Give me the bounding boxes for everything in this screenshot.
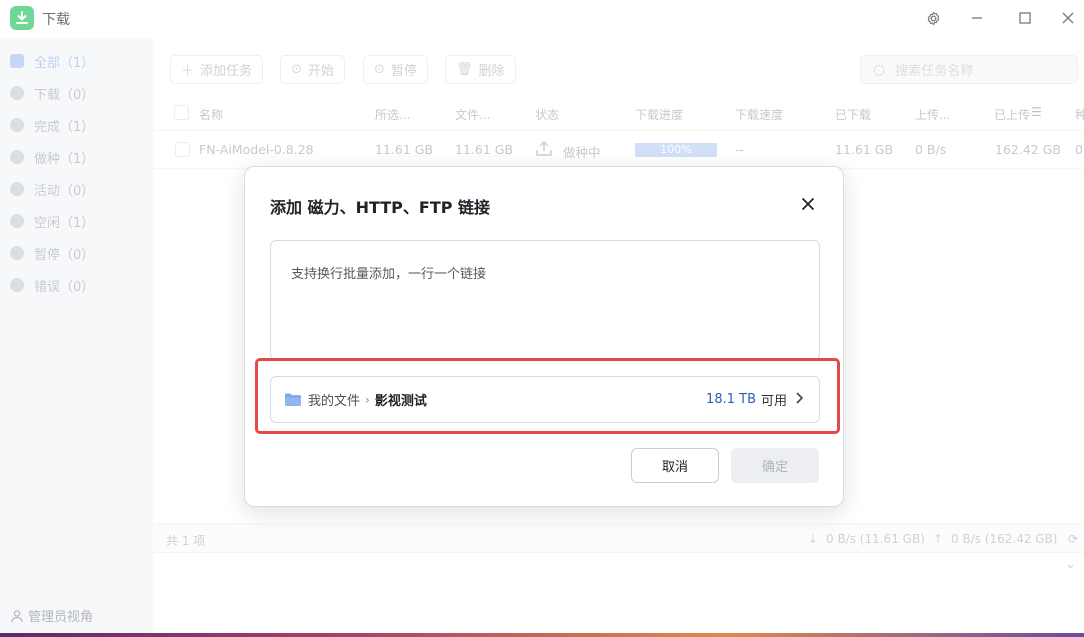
add-link-dialog: 添加 磁力、HTTP、FTP 链接 我的文件 › 影视测试 18.1 TB 可用… xyxy=(244,166,844,507)
available-space-label: 可用 xyxy=(760,394,787,409)
chevron-right-icon xyxy=(795,391,804,408)
confirm-button[interactable]: 确定 xyxy=(731,448,819,483)
path-root: 我的文件 xyxy=(308,394,361,409)
save-path-selector[interactable]: 我的文件 › 影视测试 18.1 TB 可用 xyxy=(270,376,820,423)
dialog-title: 添加 磁力、HTTP、FTP 链接 xyxy=(270,198,491,217)
chevron-right-icon: › xyxy=(365,392,370,407)
link-input[interactable] xyxy=(270,240,820,360)
desktop-wallpaper-strip xyxy=(0,633,1084,637)
available-space-value: 18.1 TB xyxy=(706,392,756,407)
close-icon[interactable] xyxy=(797,193,819,215)
cancel-button[interactable]: 取消 xyxy=(631,448,719,483)
path-folder: 影视测试 xyxy=(374,394,427,409)
folder-icon xyxy=(285,393,301,406)
